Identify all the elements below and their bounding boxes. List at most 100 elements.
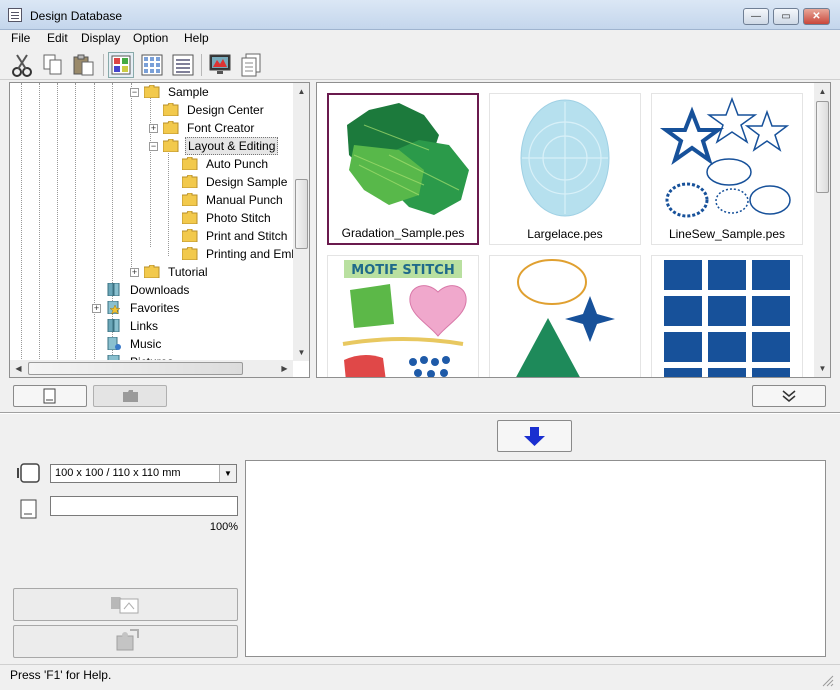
- menu-display[interactable]: Display: [81, 31, 120, 45]
- tree-item-label: Tutorial: [168, 265, 208, 279]
- tree-item-auto-punch[interactable]: Auto Punch: [182, 155, 307, 173]
- scroll-thumb[interactable]: [295, 179, 308, 249]
- export-button[interactable]: [13, 625, 238, 658]
- folder-gray-icon: [123, 390, 138, 402]
- small-thumbnails-icon[interactable]: [139, 52, 165, 78]
- tree-item-music[interactable]: Music: [106, 335, 296, 353]
- tree-item-print-and-stitch[interactable]: Print and Stitch: [182, 227, 307, 245]
- paste-icon[interactable]: [71, 52, 97, 78]
- thumbnail-blue-tiles[interactable]: [651, 255, 803, 377]
- design-name-field[interactable]: [50, 496, 238, 516]
- toolbar: [0, 50, 840, 80]
- scroll-right-arrow-icon[interactable]: ▶: [276, 360, 293, 377]
- folder-icon: [163, 103, 179, 116]
- copy-icon[interactable]: [40, 52, 66, 78]
- scroll-down-arrow-icon[interactable]: ▼: [293, 344, 309, 361]
- scroll-down-arrow-icon[interactable]: ▼: [814, 360, 830, 377]
- lace-design-image: [520, 99, 610, 217]
- tree-item-favorites[interactable]: + Favorites: [92, 299, 296, 317]
- hoop-size-select[interactable]: 100 x 100 / 110 x 110 mm ▼: [50, 464, 237, 483]
- expand-icon[interactable]: +: [149, 124, 158, 133]
- properties-icon[interactable]: [238, 52, 264, 78]
- tree-item-layout-editing[interactable]: − Layout & Editing: [149, 137, 303, 155]
- tree-horizontal-scrollbar[interactable]: ◀ ▶: [10, 360, 293, 377]
- scroll-left-arrow-icon[interactable]: ◀: [10, 360, 27, 377]
- menu-help[interactable]: Help: [184, 31, 209, 45]
- add-to-list-button[interactable]: [497, 420, 572, 452]
- monitor-icon[interactable]: [207, 52, 233, 78]
- large-thumbnails-icon[interactable]: [108, 52, 134, 78]
- tree-item-font-creator[interactable]: + Font Creator: [149, 119, 303, 137]
- menu-bar: File Edit Display Option Help: [0, 30, 840, 48]
- folder-view-button[interactable]: [93, 385, 167, 407]
- toolbar-separator: [201, 54, 202, 76]
- import-arrow-icon: [111, 597, 139, 614]
- tree-item-label: Links: [130, 319, 159, 333]
- expand-icon[interactable]: +: [92, 304, 101, 313]
- app-icon[interactable]: [8, 8, 22, 22]
- thumbnails-vertical-scrollbar[interactable]: ▲ ▼: [814, 83, 830, 377]
- collapse-panel-button[interactable]: [752, 385, 826, 407]
- thumbnail-geometric-design[interactable]: [489, 255, 641, 377]
- thumbnail-motif-stitch[interactable]: MOTIF STITCH: [327, 255, 479, 377]
- folder-tree[interactable]: − Sample Design Center + Font Creator − …: [9, 82, 310, 378]
- menu-file[interactable]: File: [11, 31, 30, 45]
- tree-item-label: Design Sample: [206, 175, 288, 189]
- tree-item-tutorial[interactable]: + Tutorial: [130, 263, 304, 281]
- details-view-icon[interactable]: [170, 52, 196, 78]
- preview-area[interactable]: [245, 460, 826, 657]
- resize-grip-icon[interactable]: [820, 673, 834, 687]
- tree-item-design-sample[interactable]: Design Sample: [182, 173, 307, 191]
- import-button[interactable]: [13, 588, 238, 621]
- hoop-icon: [16, 461, 42, 485]
- hoop-size-value: 100 x 100 / 110 x 110 mm: [55, 467, 181, 479]
- motif-stitch-design-image: MOTIF STITCH: [342, 260, 467, 377]
- tree-item-label: Favorites: [130, 301, 180, 315]
- thumbnail-linesew-sample[interactable]: LineSew_Sample.pes: [651, 93, 803, 245]
- dropdown-arrow-icon[interactable]: ▼: [219, 465, 236, 482]
- menu-option[interactable]: Option: [133, 31, 168, 45]
- design-thumbnails[interactable]: Gradation_Sample.pes Largelace.pes LineS…: [316, 82, 831, 378]
- star-folder-icon: [107, 301, 121, 314]
- tree-item-downloads[interactable]: Downloads: [106, 281, 296, 299]
- menu-edit[interactable]: Edit: [47, 31, 68, 45]
- scroll-up-arrow-icon[interactable]: ▲: [293, 83, 309, 100]
- library-icon: [107, 283, 120, 296]
- geometric-design-image: [516, 259, 615, 377]
- collapse-icon[interactable]: −: [149, 142, 158, 151]
- maximize-button[interactable]: ▭: [773, 8, 799, 25]
- music-folder-icon: [107, 337, 121, 350]
- status-bar: Press 'F1' for Help.: [0, 664, 840, 690]
- folder-icon: [182, 211, 198, 224]
- tree-item-label: Downloads: [130, 283, 190, 297]
- tree-item-sample[interactable]: − Sample: [130, 83, 304, 101]
- tree-item-design-center[interactable]: Design Center: [163, 101, 303, 119]
- scroll-thumb[interactable]: [816, 101, 829, 193]
- close-button[interactable]: ✕: [803, 8, 830, 25]
- expand-icon[interactable]: +: [130, 268, 139, 277]
- tree-item-label: Printing and Emb: [206, 247, 299, 261]
- folder-icon: [182, 229, 198, 242]
- minimize-button[interactable]: —: [743, 8, 769, 25]
- cut-icon[interactable]: [9, 52, 35, 78]
- thumbnail-label: LineSew_Sample.pes: [668, 227, 786, 241]
- tree-item-manual-punch[interactable]: Manual Punch: [182, 191, 307, 209]
- tree-item-printing-and-emb[interactable]: Printing and Emb: [182, 245, 307, 263]
- tree-item-photo-stitch[interactable]: Photo Stitch: [182, 209, 307, 227]
- tree-vertical-scrollbar[interactable]: ▲ ▼: [293, 83, 309, 361]
- single-file-view-button[interactable]: [13, 385, 87, 407]
- thumbnail-label: Largelace.pes: [527, 227, 603, 241]
- tree-item-label: Photo Stitch: [206, 211, 271, 225]
- tree-item-label: Manual Punch: [206, 193, 283, 207]
- panel-divider[interactable]: [0, 412, 840, 414]
- scroll-thumb[interactable]: [28, 362, 243, 375]
- thumbnail-largelace[interactable]: Largelace.pes: [489, 93, 641, 245]
- thumbnail-gradation-sample[interactable]: Gradation_Sample.pes: [327, 93, 479, 245]
- folder-icon: [163, 121, 179, 134]
- collapse-icon[interactable]: −: [130, 88, 139, 97]
- folder-icon: [182, 247, 198, 260]
- scroll-up-arrow-icon[interactable]: ▲: [814, 83, 830, 100]
- export-puzzle-icon: [116, 629, 139, 651]
- tree-item-links[interactable]: Links: [106, 317, 296, 335]
- stars-ovals-design-image: [659, 96, 791, 218]
